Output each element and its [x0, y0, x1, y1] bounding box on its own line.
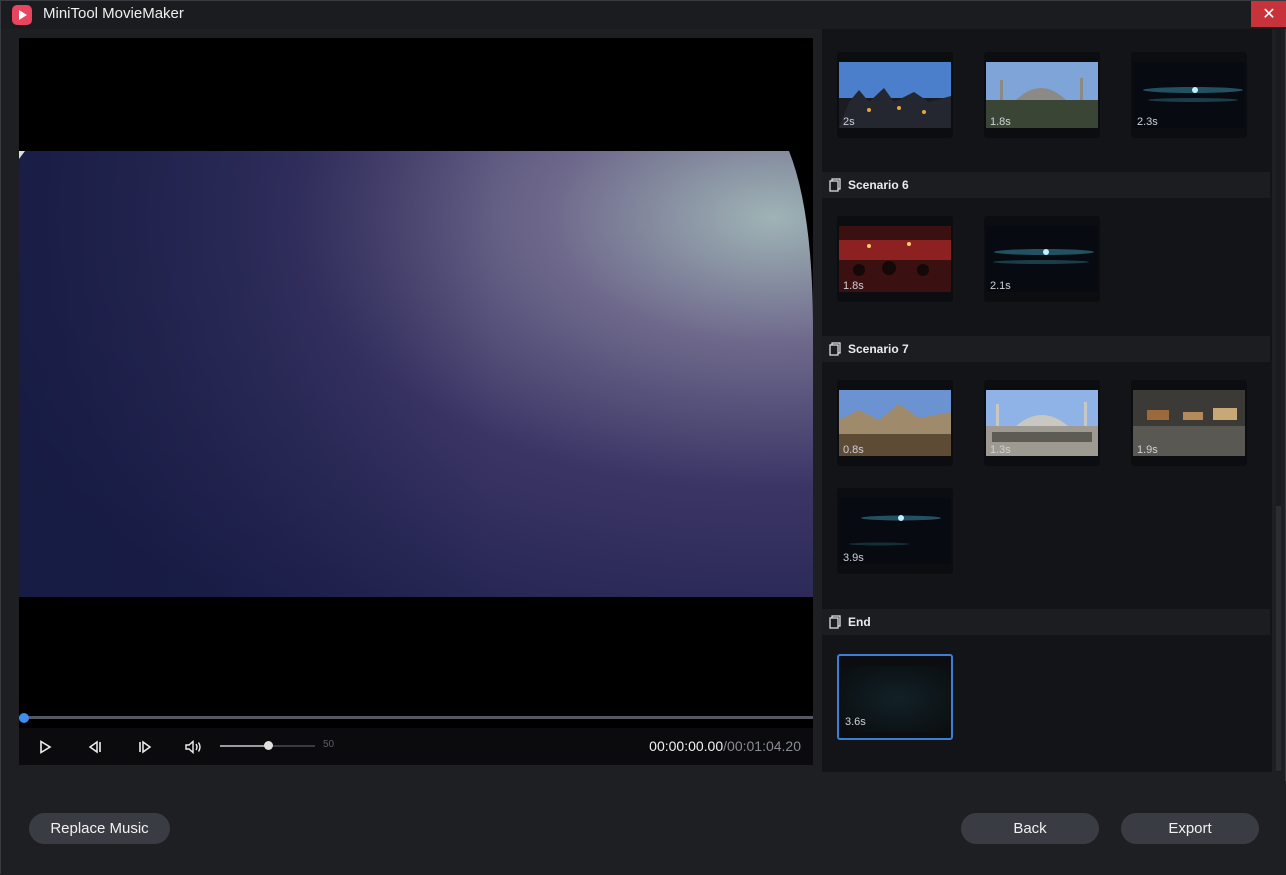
prev-frame-icon: [88, 740, 101, 753]
clip-thumbnail[interactable]: 1.9s: [1131, 380, 1247, 466]
time-display: 00:00:00.00/00:01:04.20: [649, 738, 801, 754]
clip-duration: 1.9s: [1137, 444, 1158, 456]
video-frame-image: [19, 151, 813, 597]
volume-fill: [220, 745, 268, 747]
end-header: End: [822, 609, 1270, 635]
clip-duration: 2.3s: [1137, 116, 1158, 128]
clip-duration: 1.3s: [990, 444, 1011, 456]
scenario-7-header: Scenario 7: [822, 336, 1270, 362]
clip-group-icon: [829, 615, 841, 629]
close-icon: ✕: [1262, 6, 1276, 23]
clip-duration: 0.8s: [843, 444, 864, 456]
clip-duration: 1.8s: [843, 280, 864, 292]
window-title: MiniTool MovieMaker: [43, 5, 184, 22]
play-button[interactable]: [35, 728, 55, 765]
replace-music-label: Replace Music: [50, 820, 149, 837]
clip-duration: 2s: [843, 116, 855, 128]
scene-panel: 2s 1.8s 2.3s Scenario 6 1.8s 2.1s Scenar…: [822, 29, 1272, 772]
current-time: 00:00:00.00: [649, 738, 724, 754]
back-label: Back: [1013, 820, 1047, 837]
clip-thumbnail[interactable]: 2.3s: [1131, 52, 1247, 138]
clip-thumbnail[interactable]: 2.1s: [984, 216, 1100, 302]
scenario-label: Scenario 6: [848, 178, 909, 192]
next-frame-button[interactable]: [135, 728, 155, 765]
video-preview: [19, 151, 813, 597]
clip-thumbnail[interactable]: 1.3s: [984, 380, 1100, 466]
total-time: /00:01:04.20: [723, 738, 801, 754]
scenario-6-header: Scenario 6: [822, 172, 1270, 198]
app-logo-icon: [12, 5, 32, 25]
next-frame-icon: [139, 740, 152, 753]
clip-duration: 3.9s: [843, 552, 864, 564]
scenario-label: End: [848, 615, 871, 629]
clip-image: [839, 62, 951, 128]
volume-handle[interactable]: [263, 741, 273, 750]
player-controls: 50 00:00:00.00/00:01:04.20: [19, 728, 813, 765]
app-window: MiniTool MovieMaker ✕ 50 00:00:00.00/00:…: [0, 0, 1286, 875]
scenario-label: Scenario 7: [848, 342, 909, 356]
export-label: Export: [1168, 820, 1212, 837]
panel-scrollbar-thumb[interactable]: [1276, 506, 1281, 771]
clip-thumbnail[interactable]: 2s: [837, 52, 953, 138]
clip-thumbnail[interactable]: 3.9s: [837, 488, 953, 574]
title-bar: MiniTool MovieMaker ✕: [1, 1, 1286, 29]
clip-thumbnail[interactable]: 0.8s: [837, 380, 953, 466]
play-icon: [40, 739, 52, 754]
clip-duration: 2.1s: [990, 280, 1011, 292]
clip-thumbnail[interactable]: 1.8s: [984, 52, 1100, 138]
clip-thumbnail-selected[interactable]: 3.6s: [837, 654, 953, 740]
volume-button[interactable]: [183, 728, 205, 765]
previous-frame-button[interactable]: [85, 728, 105, 765]
bottom-bar: Replace Music Back Export: [1, 781, 1286, 875]
close-button[interactable]: ✕: [1251, 1, 1286, 27]
clip-duration: 1.8s: [990, 116, 1011, 128]
clip-duration: 3.6s: [845, 716, 866, 728]
seek-handle[interactable]: [19, 713, 29, 723]
volume-value: 50: [323, 739, 335, 750]
clip-group-icon: [829, 342, 841, 356]
seek-bar[interactable]: [19, 716, 813, 719]
clip-group-icon: [829, 178, 841, 192]
back-button[interactable]: Back: [961, 813, 1099, 844]
clip-thumbnail[interactable]: 1.8s: [837, 216, 953, 302]
export-button[interactable]: Export: [1121, 813, 1259, 844]
video-player: 50 00:00:00.00/00:01:04.20: [19, 38, 813, 765]
volume-icon: [185, 739, 201, 754]
replace-music-button[interactable]: Replace Music: [29, 813, 170, 844]
